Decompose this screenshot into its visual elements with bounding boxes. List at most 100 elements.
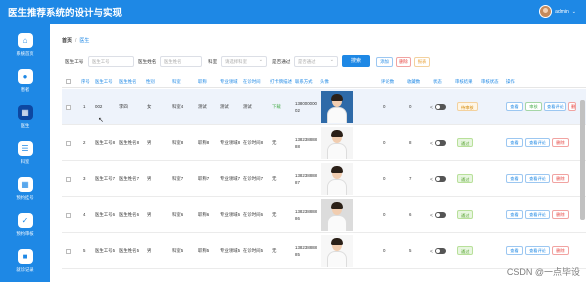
table-row[interactable]: 4 医生工号6 医生姓名6 男 科室6 职称6 专业领域6 在诊时间6 无 13823888886…: [62, 197, 586, 233]
share-icon[interactable]: <: [430, 141, 433, 147]
table-row[interactable]: 5 医生工号5 医生姓名5 男 科室5 职称5 专业领域5 在诊时间5 无 13823888885…: [62, 233, 586, 269]
cell-gender: 男: [147, 248, 152, 253]
vertical-scrollbar[interactable]: [580, 100, 585, 220]
report-button[interactable]: 报表: [414, 57, 430, 67]
action-button-1[interactable]: 查看评论: [525, 246, 550, 255]
action-button-2[interactable]: 删除: [552, 246, 569, 255]
doctor-photo[interactable]: [321, 163, 353, 195]
action-button-0[interactable]: 查看: [506, 138, 523, 147]
cell-dept: 科室6: [172, 212, 184, 217]
cell-dept: 科室4: [172, 104, 184, 109]
share-icon[interactable]: <: [430, 213, 433, 219]
sidebar-item-4[interactable]: ▦ 预约挂号: [0, 174, 50, 208]
column-header[interactable]: 审核结果: [455, 79, 473, 85]
column-header[interactable]: 联系方式: [295, 79, 313, 85]
sidebar-item-3[interactable]: ☰ 科室: [0, 138, 50, 172]
column-header[interactable]: 职称: [198, 79, 207, 85]
cell-doctor-no: 医生工号8: [95, 140, 116, 145]
row-checkbox[interactable]: [66, 249, 71, 254]
share-icon[interactable]: <: [430, 177, 433, 183]
status-badge: 通过: [457, 246, 474, 255]
doctor-photo[interactable]: [321, 235, 353, 267]
add-button[interactable]: 添加: [376, 57, 393, 67]
action-button-2[interactable]: 删除: [552, 138, 569, 147]
action-button-1[interactable]: 查看评论: [525, 210, 550, 219]
cell-gender: 男: [147, 176, 152, 181]
column-header[interactable]: 操作: [506, 79, 515, 85]
approved-label: 是否通过: [272, 59, 291, 64]
column-header[interactable]: 收藏数: [407, 79, 420, 85]
action-button-1[interactable]: 查看评论: [525, 174, 550, 183]
cell-gender: 女: [147, 104, 152, 109]
cell-title: 职称6: [198, 212, 210, 217]
sidebar-item-2[interactable]: ▦ 医生: [0, 102, 50, 136]
sidebar-item-label: 就诊记录: [16, 267, 34, 272]
approved-select[interactable]: 是否通过: [294, 56, 338, 67]
column-header[interactable]: 审核状态: [481, 79, 499, 85]
row-checkbox[interactable]: [66, 141, 71, 146]
sidebar-item-1[interactable]: ● 患者: [0, 66, 50, 100]
sidebar-item-5[interactable]: ✓ 预约审核: [0, 210, 50, 244]
doctor-photo[interactable]: [321, 199, 353, 231]
status-badge: 通过: [457, 174, 474, 183]
column-header[interactable]: 序号: [81, 79, 90, 85]
chevron-down-icon: ⌄: [571, 8, 576, 15]
table-row[interactable]: 1 002 李四 女 科室4 测试 测试 测试 下载 13800000002 0 0 < 待审核 查看 审核查…: [62, 89, 586, 125]
column-header[interactable]: 头像: [320, 79, 329, 85]
breadcrumb-current: 医生: [79, 38, 90, 44]
action-button-0[interactable]: 查看: [506, 246, 523, 255]
row-checkbox[interactable]: [66, 213, 71, 218]
doctor-photo[interactable]: [321, 127, 353, 159]
doctor-name-input[interactable]: 医生姓名: [160, 56, 202, 67]
cell-dept: 科室8: [172, 140, 184, 145]
column-header[interactable]: 状态: [433, 79, 442, 85]
status-toggle[interactable]: [435, 248, 446, 254]
action-button-3[interactable]: 删: [568, 102, 576, 111]
search-button[interactable]: 搜索: [342, 55, 370, 67]
user-menu[interactable]: admin ⌄: [539, 5, 576, 18]
column-header[interactable]: 专业领域: [220, 79, 238, 85]
sidebar-item-0[interactable]: ⌂ 系统首页: [0, 30, 50, 64]
action-button-1[interactable]: 审核: [525, 102, 542, 111]
select-all-checkbox[interactable]: [66, 79, 71, 84]
cell-phone: 13823888888: [295, 137, 317, 149]
column-header[interactable]: 医生工号: [95, 79, 113, 85]
status-toggle[interactable]: [435, 104, 446, 110]
action-button-2[interactable]: 查看评论: [544, 102, 566, 111]
action-button-1[interactable]: 查看评论: [525, 138, 550, 147]
status-toggle[interactable]: [435, 140, 446, 146]
column-header[interactable]: 医生姓名: [119, 79, 137, 85]
cell-time: 在诊时间7: [243, 176, 264, 181]
action-button-2[interactable]: 删除: [552, 210, 569, 219]
column-header[interactable]: 在诊时间: [243, 79, 261, 85]
cell-time: 在诊时间8: [243, 140, 264, 145]
cell-no: 2: [83, 140, 86, 145]
dept-select[interactable]: 请选择科室: [221, 56, 267, 67]
column-header[interactable]: 打卡牌描述: [270, 79, 292, 85]
cell-favs: 5: [409, 248, 412, 253]
share-icon[interactable]: <: [430, 105, 433, 111]
delete-button[interactable]: 删除: [396, 57, 411, 67]
action-button-0[interactable]: 查看: [506, 174, 523, 183]
cell-comments: 0: [383, 140, 386, 145]
column-header[interactable]: 科室: [172, 79, 181, 85]
action-button-0[interactable]: 查看: [506, 102, 523, 111]
sidebar-item-6[interactable]: ■ 就诊记录: [0, 246, 50, 280]
action-button-2[interactable]: 删除: [552, 174, 569, 183]
doctor-no-input[interactable]: 医生工号: [88, 56, 134, 67]
share-icon[interactable]: <: [430, 249, 433, 255]
avatar[interactable]: [539, 5, 553, 18]
row-checkbox[interactable]: [66, 177, 71, 182]
column-header[interactable]: 性别: [146, 79, 155, 85]
table-row[interactable]: 2 医生工号8 医生姓名8 男 科室8 职称8 专业领域8 在诊时间8 无 13823888888…: [62, 125, 586, 161]
cell-title: 职称5: [198, 248, 210, 253]
action-button-0[interactable]: 查看: [506, 210, 523, 219]
doctor-photo[interactable]: [321, 91, 353, 123]
status-toggle[interactable]: [435, 212, 446, 218]
status-toggle[interactable]: [435, 176, 446, 182]
row-checkbox[interactable]: [66, 105, 71, 110]
cell-desc: 无: [272, 140, 277, 145]
column-header[interactable]: 评论数: [381, 79, 394, 85]
table-row[interactable]: 3 医生工号7 医生姓名7 男 科室7 职称7 专业领域7 在诊时间7 无 13823888887…: [62, 161, 586, 197]
breadcrumb-home[interactable]: 首页: [62, 38, 72, 44]
